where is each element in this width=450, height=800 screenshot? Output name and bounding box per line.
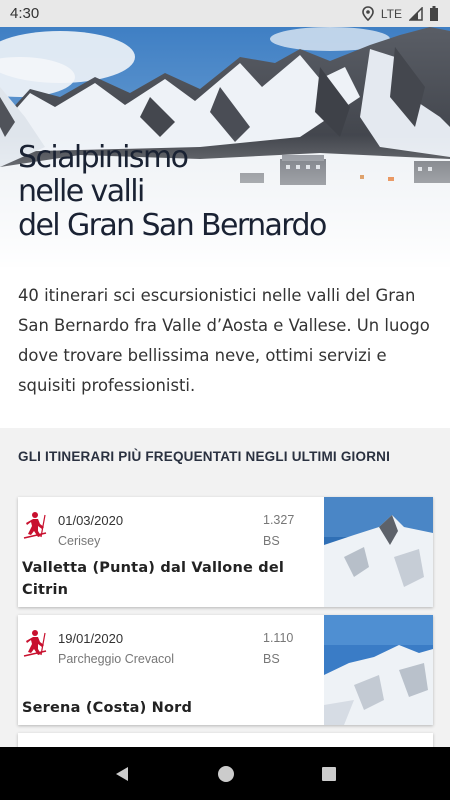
- itinerary-name: Valletta (Punta) dal Vallone del Citrin: [22, 560, 285, 598]
- system-nav-bar: [0, 747, 450, 800]
- itinerary-card[interactable]: 01/03/2020 Cerisey 1.327 BS Valletta (Pu…: [18, 497, 433, 607]
- itinerary-name: Serena (Costa) Nord: [22, 700, 193, 716]
- back-icon[interactable]: [113, 765, 131, 783]
- itinerary-date: 19/01/2020: [58, 631, 124, 646]
- itinerary-grade: BS: [263, 534, 280, 548]
- network-type: LTE: [380, 6, 402, 21]
- home-icon[interactable]: [217, 765, 235, 783]
- itinerary-altitude: 1.327: [263, 513, 295, 527]
- section-title: GLI ITINERARI PIÙ FREQUENTATI NEGLI ULTI…: [18, 449, 391, 464]
- itinerary-altitude: 1.110: [263, 631, 294, 645]
- battery-icon: [430, 6, 438, 21]
- itinerary-start-point: Parcheggio Crevacol: [58, 652, 175, 666]
- location-icon: [362, 6, 374, 21]
- intro-section: 40 itinerari sci escursionistici nelle v…: [0, 267, 450, 428]
- hero-title-line-2: nelle valli: [18, 174, 145, 209]
- itinerary-photo: [324, 615, 433, 725]
- status-icons: LTE: [362, 6, 438, 21]
- itinerary-date: 01/03/2020: [58, 513, 124, 528]
- signal-icon: [409, 6, 423, 21]
- itinerary-photo: [324, 497, 433, 607]
- recents-icon[interactable]: [321, 766, 337, 782]
- hero-title-line-1: Scialpinismo: [18, 140, 189, 175]
- ski-touring-icon: [23, 512, 47, 539]
- hero-banner: Scialpinismo nelle valli del Gran San Be…: [0, 27, 450, 267]
- hero-title-line-3: del Gran San Bernardo: [18, 208, 327, 243]
- intro-text: 40 itinerari sci escursionistici nelle v…: [18, 286, 430, 395]
- ski-touring-icon: [23, 630, 47, 657]
- itinerary-card[interactable]: 19/01/2020 Parcheggio Crevacol 1.110 BS …: [18, 615, 433, 725]
- status-bar: 4:30 LTE: [0, 0, 450, 27]
- status-time: 4:30: [10, 5, 40, 22]
- itinerary-grade: BS: [263, 652, 280, 666]
- itinerary-start-point: Cerisey: [58, 534, 101, 548]
- hero-title: Scialpinismo nelle valli del Gran San Be…: [18, 140, 327, 243]
